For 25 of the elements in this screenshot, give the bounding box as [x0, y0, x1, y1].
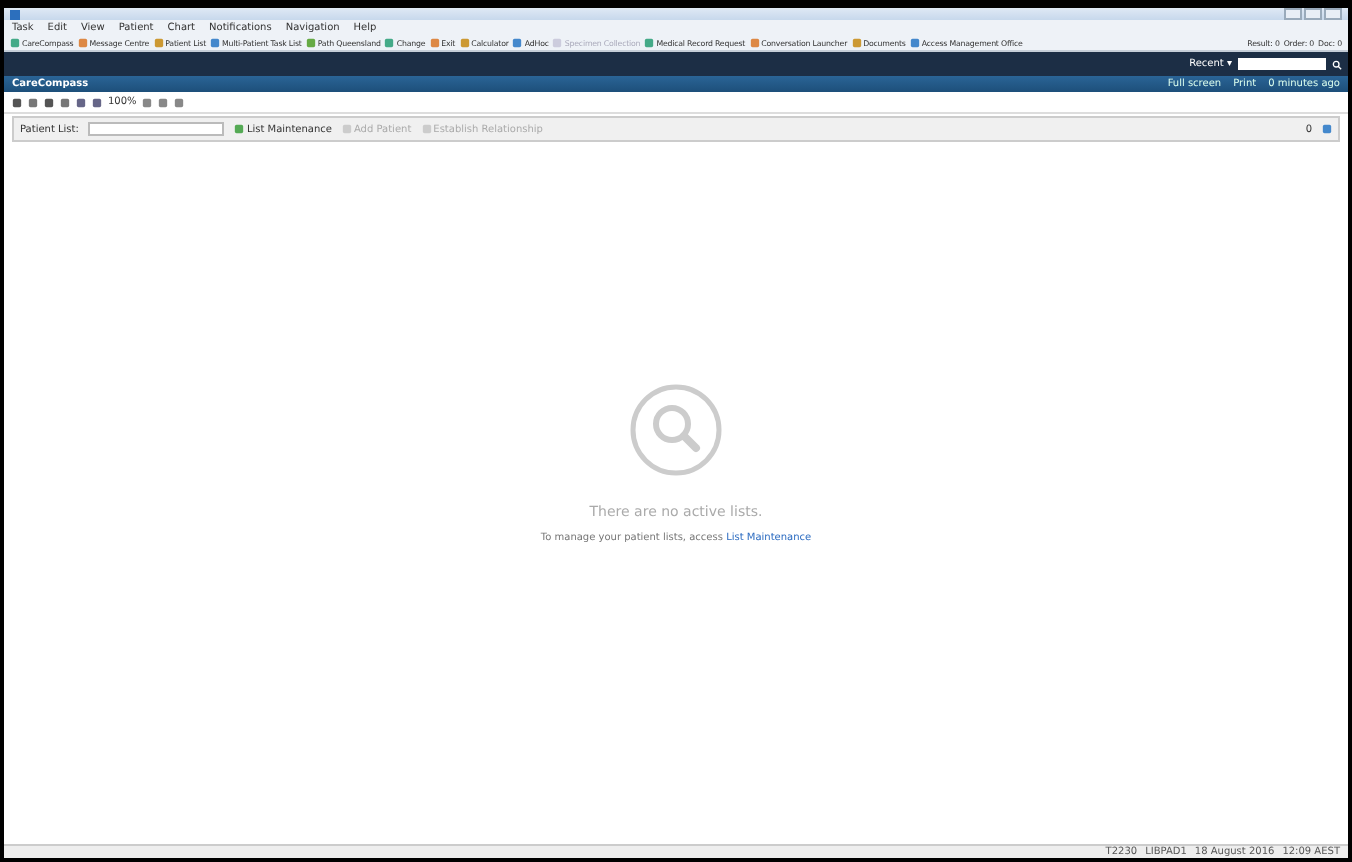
toolbar-icon — [644, 38, 655, 48]
patient-list-dropdown[interactable] — [88, 122, 225, 136]
toolbar-icon — [909, 38, 920, 48]
toolbar-icon — [459, 38, 470, 48]
search-icon — [630, 384, 722, 476]
toolbar-icon — [153, 38, 164, 48]
toolbar-icon — [10, 38, 20, 48]
restore-button[interactable] — [1304, 8, 1322, 20]
close-button[interactable] — [1324, 8, 1342, 20]
toolbar-icon — [429, 38, 440, 48]
toolbar-icon — [851, 38, 862, 48]
app-logo-icon — [10, 9, 20, 19]
search-icon[interactable] — [1332, 59, 1342, 69]
toolbar-icon — [305, 38, 316, 48]
toolbar-icon — [77, 38, 88, 48]
toolbar-icon — [512, 38, 523, 48]
action-icon — [421, 124, 432, 134]
action-icon — [341, 124, 352, 134]
toolbar-icon — [210, 38, 220, 48]
toolbar-icon — [749, 38, 760, 48]
search-field[interactable] — [1238, 58, 1326, 70]
status-icon — [1322, 124, 1332, 134]
minimize-button[interactable] — [1284, 8, 1302, 20]
toolbar-icon — [384, 38, 395, 48]
action-icon — [234, 124, 245, 134]
